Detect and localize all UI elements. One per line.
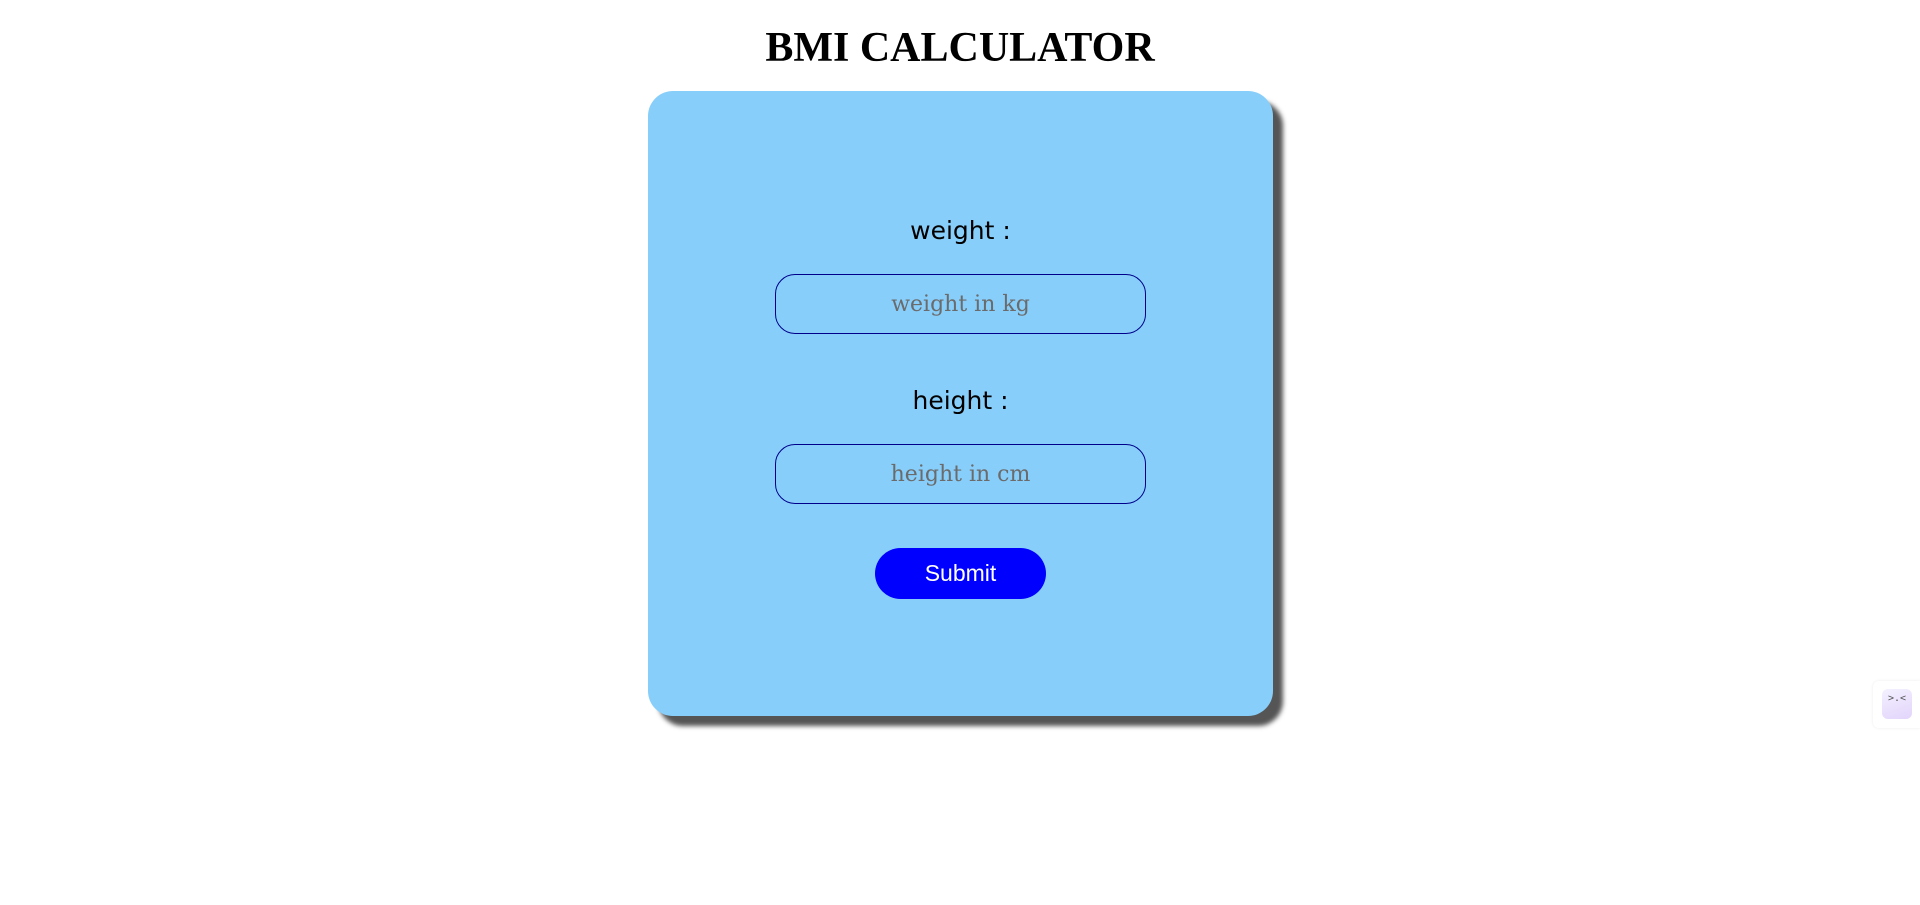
submit-button[interactable]: Submit bbox=[875, 548, 1046, 599]
weight-label: weight : bbox=[910, 216, 1011, 245]
extension-assistant-icon[interactable]: >.< bbox=[1882, 689, 1912, 719]
bmi-form-card: weight : height : Submit bbox=[648, 91, 1273, 716]
height-label: height : bbox=[912, 386, 1009, 415]
side-widget[interactable]: >.< bbox=[1873, 681, 1920, 728]
weight-input[interactable] bbox=[775, 274, 1146, 334]
page-title: BMI CALCULATOR bbox=[765, 25, 1155, 71]
height-input[interactable] bbox=[775, 444, 1146, 504]
